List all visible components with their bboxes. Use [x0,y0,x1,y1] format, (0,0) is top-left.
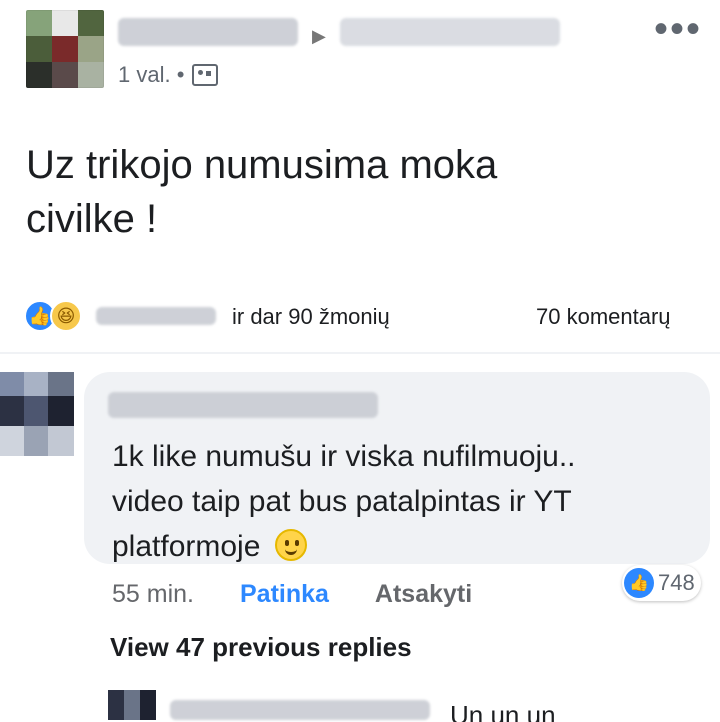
share-arrow-icon: ▶ [312,26,326,46]
comment-actions: 55 min. Patinka Atsakyti [112,580,472,609]
reply-avatar[interactable] [108,690,156,720]
comment-like-button[interactable]: Patinka [240,580,329,609]
view-previous-replies[interactable]: View 47 previous replies [110,632,412,663]
comment-like-badge[interactable]: 👍 748 [622,565,701,601]
comment-reply-button[interactable]: Atsakyti [375,580,472,609]
comment-text-line-3-text: platformoje [112,530,261,563]
post-text-line-2: civilke ! [26,197,158,241]
commenter-name-blurred[interactable] [108,392,378,418]
comment-like-count: 748 [658,570,695,595]
friends-icon [192,64,219,86]
comment-time[interactable]: 55 min. [112,580,194,609]
section-divider [0,352,720,354]
comment-text-line-2: video taip pat bus patalpintas ir YT [112,485,572,518]
poster-avatar[interactable] [26,10,104,88]
reactor-name-blurred [96,307,216,325]
group-name-blurred[interactable] [340,18,560,46]
commenter-avatar[interactable] [0,372,74,456]
haha-icon: 😆 [50,300,82,332]
smiley-icon [274,529,307,561]
poster-name-blurred[interactable] [118,18,298,46]
post-meta: 1 val. • [118,62,219,88]
post-time[interactable]: 1 val. • [118,62,184,88]
reply-name-blurred[interactable] [170,700,430,720]
post-text: Uz trikojo numusima moka civilke ! [26,138,666,246]
post-text-line-1: Uz trikojo numusima moka [26,143,498,187]
more-icon[interactable]: ••• [654,9,702,49]
comment-text: 1k like numušu ir viska nufilmuoju.. vid… [112,434,692,569]
comment-text-line-3: platformoje [112,524,692,569]
comment-text-line-1: 1k like numušu ir viska nufilmuoju.. [112,440,576,473]
like-icon: 👍 [624,568,654,598]
reaction-summary[interactable]: 👍 😆 [24,300,216,332]
comments-count-text[interactable]: 70 komentarų [536,304,671,330]
reply-preview-text: Un un un [450,700,556,722]
reactions-count-text[interactable]: ir dar 90 žmonių [232,304,390,330]
